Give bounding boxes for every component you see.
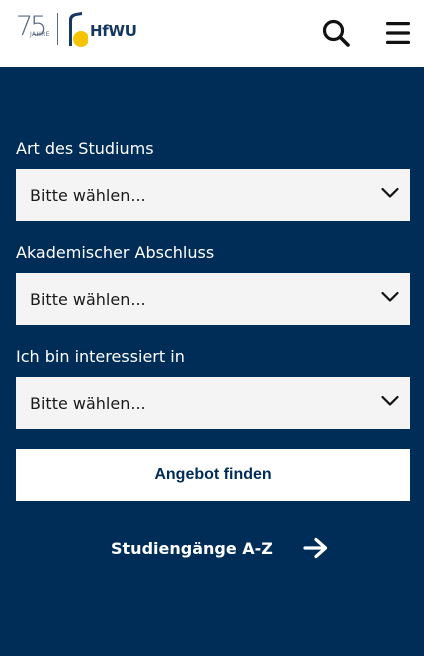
- study-programs-az-link[interactable]: Studiengänge A-Z: [111, 535, 329, 561]
- find-offer-button[interactable]: Angebot finden: [16, 449, 410, 501]
- logo-mark-icon: [69, 12, 88, 47]
- search-button[interactable]: [321, 18, 351, 48]
- study-type-label: Art des Studiums: [16, 139, 154, 158]
- chevron-down-icon: [381, 291, 399, 302]
- study-type-value: Bitte wählen...: [30, 185, 146, 205]
- site-header: 75 JAHRE HfWU: [0, 0, 424, 67]
- search-icon: [322, 19, 350, 47]
- logo-divider: [57, 13, 58, 45]
- menu-button[interactable]: [384, 19, 412, 47]
- interest-select[interactable]: Bitte wählen...: [16, 377, 410, 429]
- chevron-down-icon: [381, 395, 399, 406]
- degree-label: Akademischer Abschluss: [16, 243, 215, 262]
- logo-brand-text: HfWU: [90, 22, 137, 40]
- interest-label: Ich bin interessiert in: [16, 347, 185, 366]
- degree-value: Bitte wählen...: [30, 289, 146, 309]
- logo-anniversary-word: JAHRE: [30, 31, 50, 38]
- study-type-select[interactable]: Bitte wählen...: [16, 169, 410, 221]
- arrow-right-icon: [303, 537, 327, 559]
- chevron-down-icon: [381, 187, 399, 198]
- degree-select[interactable]: Bitte wählen...: [16, 273, 410, 325]
- az-link-label: Studiengänge A-Z: [111, 538, 273, 558]
- hfwu-logo[interactable]: 75 JAHRE HfWU: [16, 12, 137, 48]
- interest-value: Bitte wählen...: [30, 393, 146, 413]
- hamburger-menu-icon: [386, 22, 410, 44]
